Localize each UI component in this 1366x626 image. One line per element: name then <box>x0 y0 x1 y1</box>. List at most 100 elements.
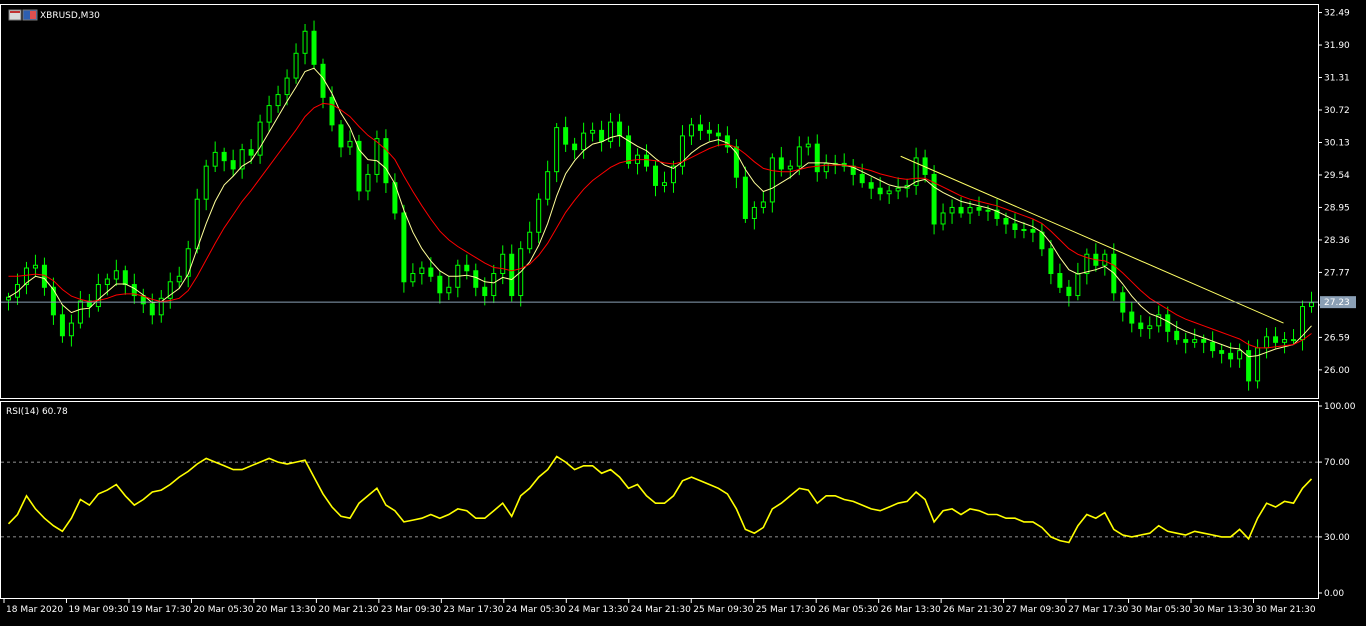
candle-body <box>338 124 344 148</box>
candle-body <box>877 187 883 195</box>
candle-body <box>374 138 380 175</box>
time-tick-label: 19 Mar 09:30 <box>68 605 128 615</box>
candle-body <box>77 300 83 324</box>
candle-body <box>1228 352 1234 360</box>
candle-body <box>491 273 497 297</box>
candle-body <box>688 124 694 137</box>
candle-body <box>778 157 784 170</box>
price-axis: 32.49 31.90 31.31 30.72 30.13 29.54 28.95 28.36… <box>1318 9 1350 376</box>
candle-body <box>1102 253 1108 266</box>
candle-body <box>545 171 551 200</box>
trendline[interactable] <box>900 155 1284 324</box>
candle-body <box>1174 330 1180 341</box>
candle-body <box>859 173 865 184</box>
time-tick-label: 26 Mar 13:30 <box>881 605 941 615</box>
candle-body <box>149 303 155 316</box>
price-tick-label: 28.95 <box>1324 203 1350 213</box>
candle-body <box>787 165 793 170</box>
time-tick-label: 26 Mar 21:30 <box>943 605 1003 615</box>
moving-averages <box>8 67 1312 358</box>
candle-body <box>814 143 820 173</box>
candle-body <box>1165 314 1171 332</box>
candle-body <box>1273 336 1279 343</box>
current-price-label: 27.23 <box>1324 298 1350 308</box>
price-tick-label: 32.49 <box>1324 9 1350 19</box>
candle-body <box>59 314 65 337</box>
candle-body <box>1219 350 1225 354</box>
rsi-tick-label: 0.00 <box>1324 589 1344 599</box>
candle-body <box>661 182 667 186</box>
candle-body <box>68 322 74 337</box>
candle-body <box>347 140 353 148</box>
rsi-axis: 100.00 70.00 30.00 0.00 <box>1 402 1356 599</box>
candle-body <box>1057 273 1063 288</box>
chart-window[interactable]: XBRUSD,M30 RSI(14) 60.78 32.49 31.90 31.31… <box>0 0 1366 622</box>
time-tick-label: 27 Mar 17:30 <box>1068 605 1128 615</box>
candle-body <box>266 105 272 123</box>
candle-body <box>311 30 317 65</box>
trendline-layer[interactable] <box>900 155 1284 324</box>
price-chart-canvas[interactable]: XBRUSD,M30 RSI(14) 60.78 32.49 31.90 31.31… <box>0 0 1366 622</box>
candle-body <box>1309 302 1315 308</box>
price-tick-label: 26.59 <box>1324 333 1350 343</box>
time-tick-label: 25 Mar 09:30 <box>693 605 753 615</box>
candle-body <box>446 286 452 294</box>
time-tick-label: 20 Mar 13:30 <box>256 605 316 615</box>
candle-body <box>428 267 434 277</box>
candle-body <box>185 248 191 277</box>
candle-body <box>653 165 659 186</box>
candle-body <box>473 270 479 288</box>
candle-body <box>581 132 587 151</box>
candle-body <box>329 96 335 126</box>
rsi-panel-frame <box>0 401 1319 599</box>
window-icon <box>8 9 38 21</box>
moving-average-line <box>8 67 1312 358</box>
candle-body <box>437 275 443 294</box>
candle-body <box>886 190 892 195</box>
candle-body <box>536 198 542 233</box>
candle-body <box>805 143 811 148</box>
candle-body <box>293 52 299 79</box>
candle-body <box>769 157 775 203</box>
candle-body <box>751 206 757 219</box>
candle-body <box>958 206 964 214</box>
candle-body <box>1012 223 1018 230</box>
candle-body <box>176 275 182 283</box>
candle-body <box>1183 339 1189 343</box>
candle-body <box>572 143 578 151</box>
candle-body <box>1075 273 1081 297</box>
price-tick-label: 27.77 <box>1324 268 1350 278</box>
rsi-line <box>7 455 1313 544</box>
candle-body <box>1192 339 1198 343</box>
time-tick-label: 24 Mar 21:30 <box>631 605 691 615</box>
time-tick-label: 24 Mar 05:30 <box>506 605 566 615</box>
candle-body <box>1048 248 1054 275</box>
time-tick-label: 27 Mar 09:30 <box>1006 605 1066 615</box>
candle-body <box>1237 350 1243 360</box>
price-tick-label: 30.13 <box>1324 138 1350 148</box>
candle-body <box>895 187 901 192</box>
candle-body <box>383 138 389 184</box>
candle-body <box>212 151 218 167</box>
candle-body <box>1201 339 1207 343</box>
rsi-indicator-label: RSI(14) 60.78 <box>6 407 68 417</box>
candle-body <box>509 253 515 297</box>
candle-body <box>967 206 973 214</box>
candle-body <box>95 284 101 308</box>
candle-body <box>1264 336 1270 349</box>
candle-body <box>1255 347 1261 382</box>
time-tick-label: 30 Mar 13:30 <box>1193 605 1253 615</box>
candle-body <box>706 129 712 134</box>
candle-body <box>482 286 488 297</box>
moving-average-line <box>8 102 1312 349</box>
rsi-tick-label: 100.00 <box>1324 402 1356 412</box>
price-tick-label: 26.00 <box>1324 366 1350 376</box>
time-tick-label: 18 Mar 2020 <box>6 605 63 615</box>
rsi-tick-label: 30.00 <box>1324 533 1350 543</box>
current-price-line: 27.23 <box>1 296 1356 309</box>
candle-body <box>464 264 470 272</box>
candlestick-series <box>5 20 1315 391</box>
candle-body <box>554 127 560 173</box>
candle-body <box>1138 322 1144 330</box>
price-tick-label: 28.36 <box>1324 236 1350 246</box>
